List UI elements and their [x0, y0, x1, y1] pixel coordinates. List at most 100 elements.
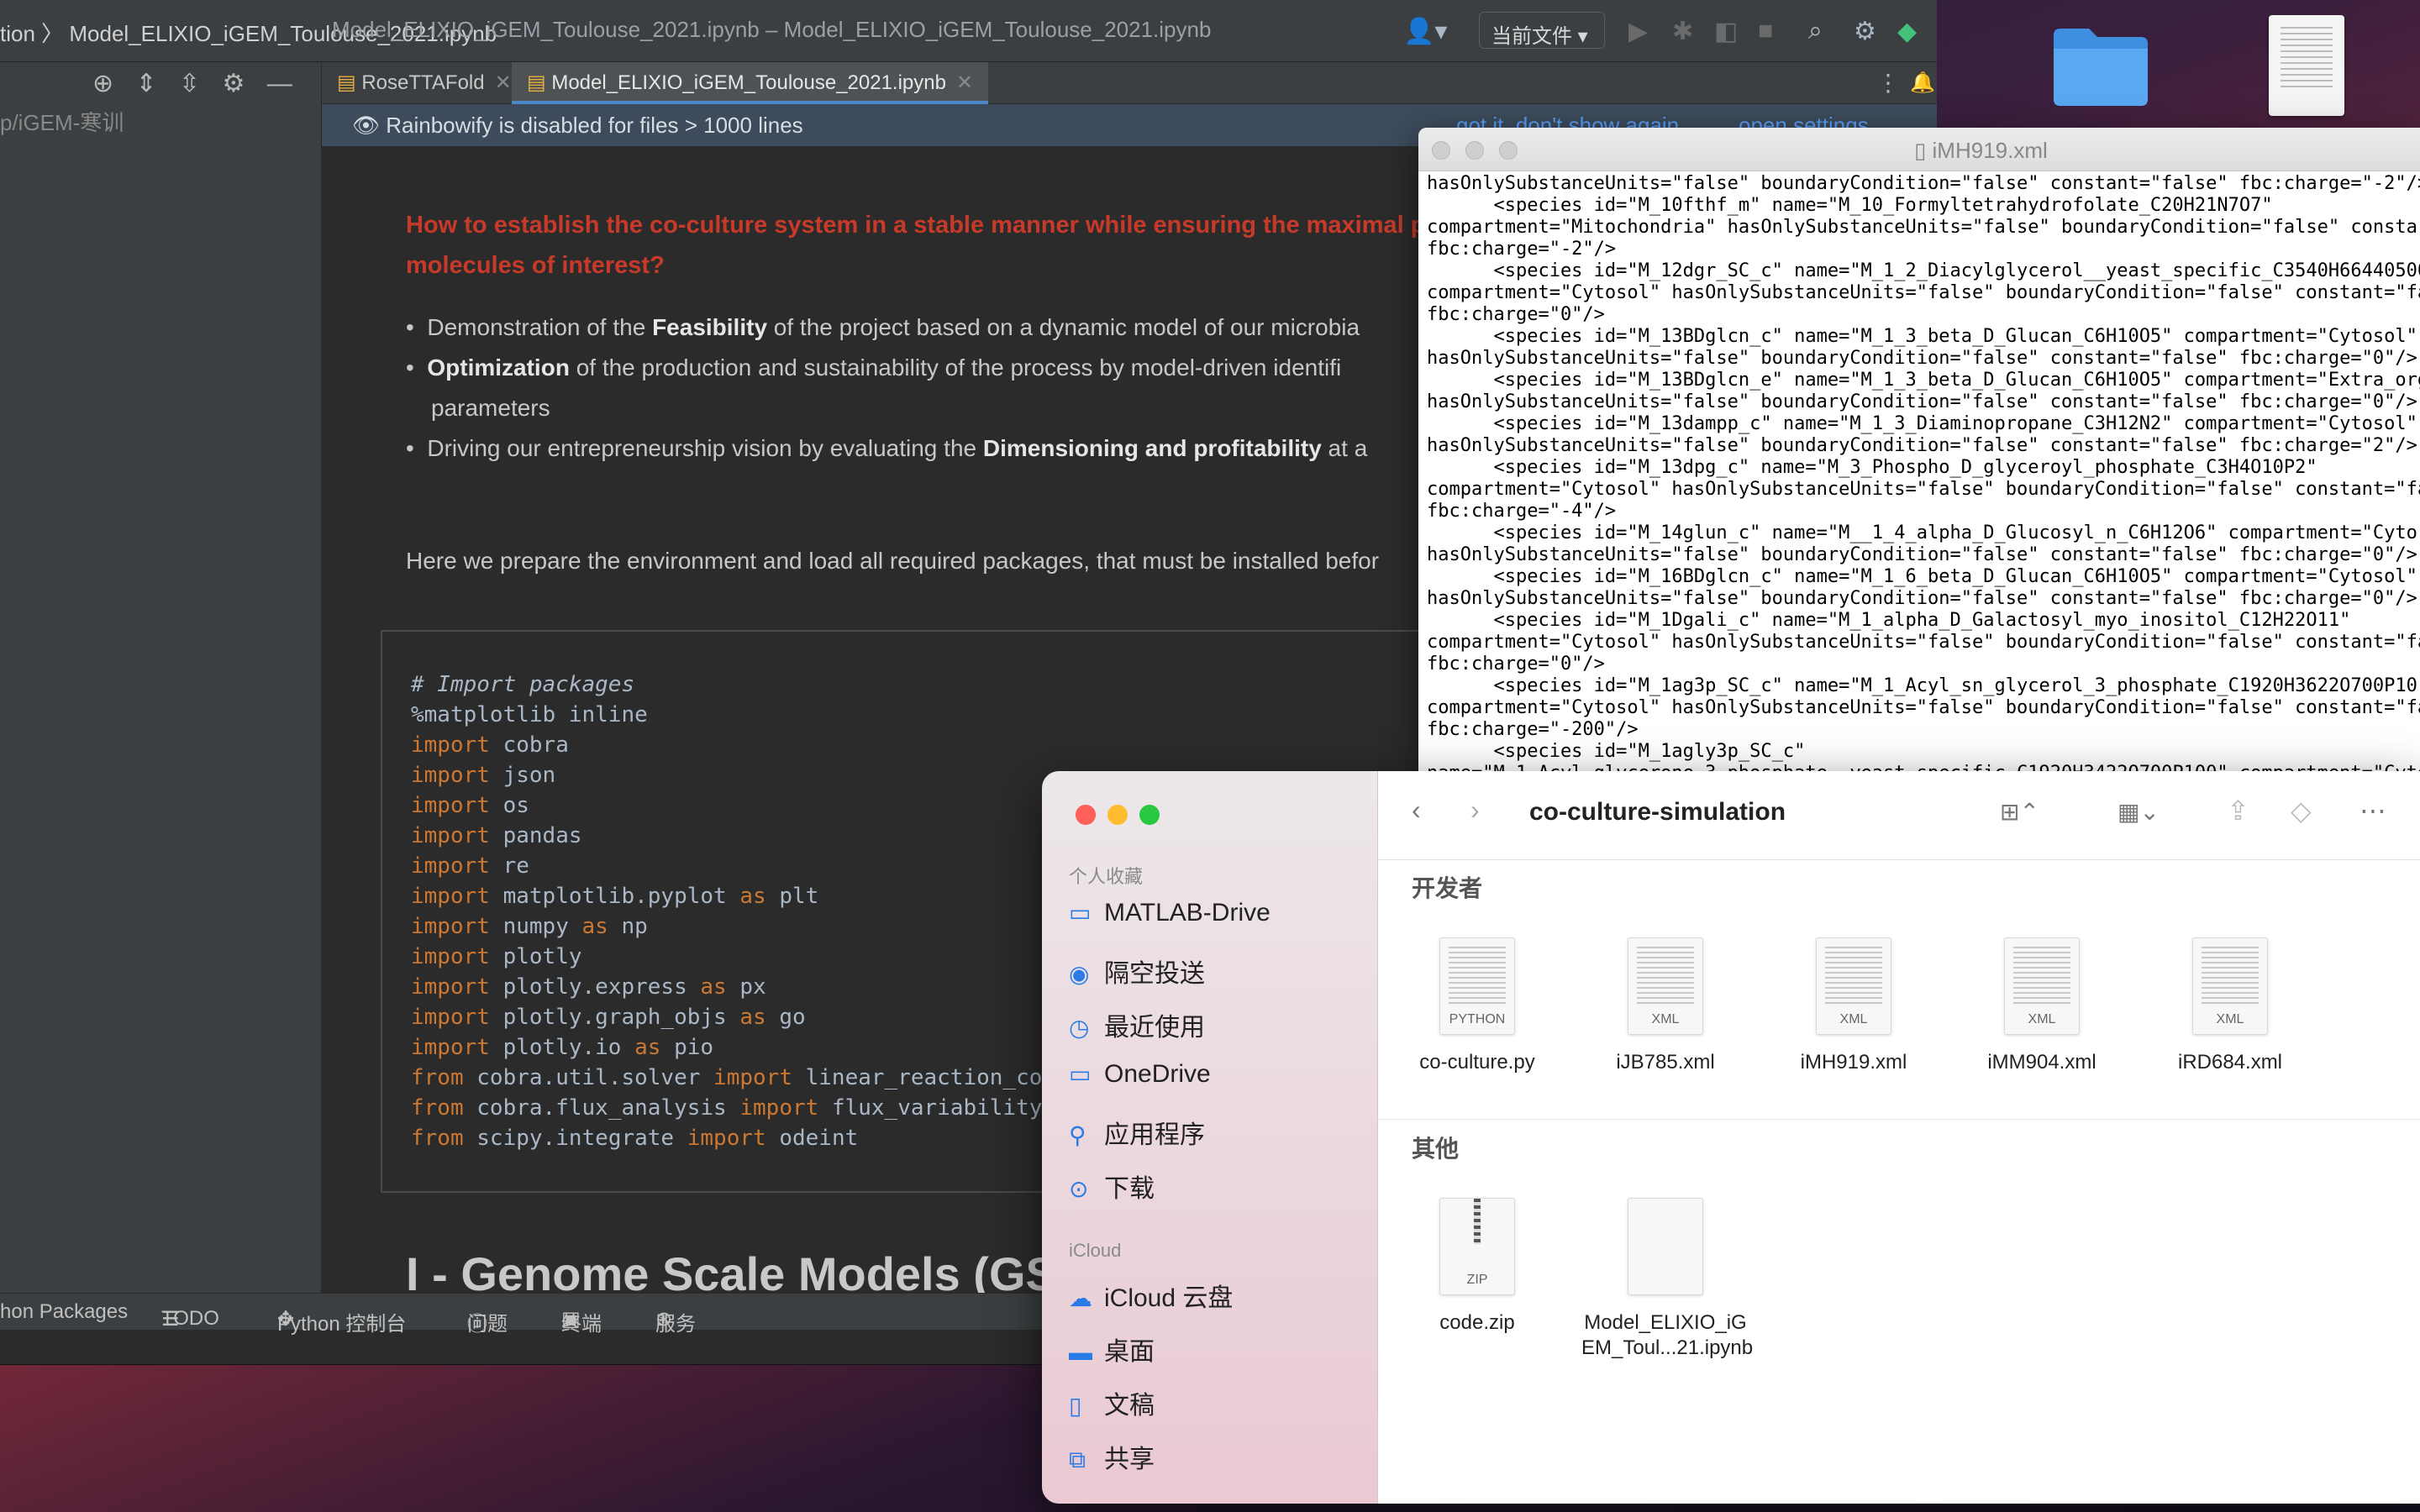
- xml-line: <species id="M_16BDglcn_c" name="M_1_6_b…: [1427, 566, 2417, 587]
- file-item[interactable]: XML iMM904.xml: [1958, 937, 2126, 1075]
- sidebar-item[interactable]: ◉ 隔空投送: [1069, 953, 1355, 1000]
- notice-text: Rainbowify is disabled for files > 1000 …: [386, 113, 803, 138]
- close-icon[interactable]: ✕: [495, 71, 512, 94]
- forward-icon[interactable]: ›: [1470, 795, 1480, 826]
- xml-line: compartment="Cytosol" hasOnlySubstanceUn…: [1427, 282, 2420, 303]
- finder-window: 个人收藏 ▭ MATLAB-Drive ◉ 隔空投送 ◷ 最近使用 ▭ OneDrive ⚲ 应用…: [1042, 771, 2420, 1504]
- group-icon[interactable]: ▦⌄: [2118, 798, 2160, 826]
- bell-icon[interactable]: 🔔: [1910, 71, 1935, 95]
- more-icon[interactable]: ⋯: [2360, 795, 2386, 827]
- coverage-icon[interactable]: ◧: [1714, 17, 1738, 46]
- collapse-icon[interactable]: ⇳: [179, 70, 200, 97]
- target-icon[interactable]: ⊕: [92, 70, 113, 97]
- python-packages-tab[interactable]: hon Packages: [0, 1300, 128, 1324]
- minimize-button[interactable]: [1107, 805, 1128, 825]
- finder-toolbar: ‹ › co-culture-simulation ⊞⌃ ▦⌄ ⇪ ◇ ⋯: [1378, 771, 2420, 860]
- sidebar-item[interactable]: ⊙ 下载: [1069, 1168, 1355, 1215]
- close-button[interactable]: [1432, 141, 1450, 160]
- run-icon[interactable]: ▶: [1628, 17, 1648, 46]
- minimize-icon[interactable]: —: [267, 70, 292, 97]
- csv-file-icon[interactable]: [2269, 15, 2344, 116]
- code-comment: # Import packages: [411, 672, 635, 697]
- divider: [1378, 1119, 2420, 1120]
- xml-file-icon: ▯: [1914, 138, 1933, 163]
- bullet-continuation: parameters: [431, 395, 550, 421]
- xml-line: <species id="M_10fthf_m" name="M_10_Form…: [1427, 195, 2273, 216]
- back-icon[interactable]: ‹: [1412, 795, 1421, 826]
- xml-line: <species id="M_1ag3p_SC_c" name="M_1_Acy…: [1427, 675, 2417, 696]
- user-icon[interactable]: 👤▾: [1403, 17, 1447, 46]
- xml-line: hasOnlySubstanceUnits="false" boundaryCo…: [1427, 348, 2417, 369]
- close-icon[interactable]: ✕: [956, 71, 973, 94]
- share-icon[interactable]: ⇪: [2227, 795, 2249, 827]
- xml-content[interactable]: hasOnlySubstanceUnits="false" boundaryCo…: [1418, 171, 2420, 774]
- close-button[interactable]: [1076, 805, 1096, 825]
- tab-notebook[interactable]: ▤ Model_ELIXIO_iGEM_Toulouse_2021.ipynb ✕: [512, 62, 989, 104]
- file-item[interactable]: XML iJB785.xml: [1581, 937, 1749, 1075]
- xml-line: <species id="M_1Dgali_c" name="M_1_alpha…: [1427, 610, 2351, 631]
- sidebar-item-label: 应用程序: [1104, 1121, 1205, 1149]
- window-title: ▯ iMH919.xml: [1914, 138, 2048, 164]
- window-title: Model_ELIXIO_iGEM_Toulouse_2021.ipynb – …: [332, 17, 1212, 42]
- favorites-header: 个人收藏: [1069, 866, 1144, 887]
- sidebar-item[interactable]: ▭ MATLAB-Drive: [1069, 899, 1355, 946]
- xml-line: fbc:charge="0"/>: [1427, 304, 1605, 325]
- bullet-optimization: • Optimization of the production and sus…: [406, 354, 1342, 381]
- applications-icon: ⚲: [1069, 1122, 1086, 1148]
- code-line: import numpy as np: [411, 914, 648, 939]
- expand-icon[interactable]: ⇕: [135, 70, 156, 97]
- minimize-button[interactable]: [1465, 141, 1484, 160]
- tag-icon[interactable]: ◇: [2291, 795, 2312, 827]
- console-label: Python 控制台: [277, 1313, 407, 1336]
- xml-line: <species id="M_13BDglcn_c" name="M_1_3_b…: [1427, 326, 2417, 347]
- grid-view-icon[interactable]: ⊞⌃: [2000, 798, 2039, 826]
- file-type-tag: XML: [1839, 1012, 1868, 1026]
- search-icon[interactable]: ⌕: [1808, 17, 1823, 45]
- tab-rosettafold[interactable]: ▤ RoseTTAFold ✕: [322, 62, 527, 104]
- sidebar-item[interactable]: ⧉ 共享: [1069, 1438, 1355, 1485]
- gear-icon[interactable]: ⚙: [222, 70, 245, 97]
- sidebar-item[interactable]: ◷ 最近使用: [1069, 1006, 1355, 1053]
- sidebar-item[interactable]: ▯ 文稿: [1069, 1384, 1355, 1431]
- file-item[interactable]: XML iRD684.xml: [2146, 937, 2314, 1075]
- zoom-button[interactable]: [1139, 805, 1160, 825]
- xml-line: <species id="M_14glun_c" name="M__1_4_al…: [1427, 522, 2417, 543]
- code-line: import cobra: [411, 732, 569, 758]
- sidebar-item[interactable]: ⚲ 应用程序: [1069, 1114, 1355, 1161]
- file-item[interactable]: PYTHON co-culture.py: [1393, 937, 1561, 1075]
- file-name: Model_ELIXIO_iG EM_Toul...21.ipynb: [1581, 1311, 1754, 1359]
- debug-icon[interactable]: ✱: [1672, 17, 1693, 46]
- file-item[interactable]: ZIP code.zip: [1393, 1198, 1561, 1336]
- finder-sidebar: 个人收藏 ▭ MATLAB-Drive ◉ 隔空投送 ◷ 最近使用 ▭ OneDrive ⚲ 应用…: [1042, 771, 1378, 1504]
- code-line: import json: [411, 763, 556, 788]
- code-line: from cobra.flux_analysis import flux_var…: [411, 1095, 1056, 1121]
- stop-icon[interactable]: ■: [1758, 17, 1773, 45]
- document-icon: XML: [1816, 937, 1891, 1035]
- gear-icon[interactable]: ⚙: [1854, 17, 1876, 46]
- sidebar-item-label: 下载: [1104, 1175, 1155, 1203]
- file-item[interactable]: Model_ELIXIO_iG EM_Toul...21.ipynb: [1581, 1198, 1754, 1361]
- section-heading: I - Genome Scale Models (GS: [406, 1247, 1057, 1293]
- file-name: iRD684.xml: [2177, 1051, 2283, 1074]
- file-item[interactable]: XML iMH919.xml: [1770, 937, 1938, 1075]
- document-icon: ▯: [1069, 1393, 1082, 1419]
- file-type-tag: ZIP: [1466, 1273, 1488, 1287]
- scope-select[interactable]: 当前文件 ▾: [1479, 12, 1605, 49]
- more-icon[interactable]: ⋮: [1876, 69, 1900, 97]
- ide-titlebar: tion 〉 Model_ELIXIO_iGEM_Toulouse_2021.i…: [0, 0, 1937, 62]
- file-type-tag: XML: [2216, 1012, 2244, 1026]
- document-icon: PYTHON: [1439, 937, 1515, 1035]
- sidebar-item-label: 共享: [1104, 1446, 1155, 1473]
- xml-line: fbc:charge="-200"/>: [1427, 719, 1639, 740]
- project-path[interactable]: p/iGEM-寒训: [0, 106, 124, 137]
- xml-line: compartment="Mitochondria" hasOnlySubsta…: [1427, 217, 2417, 238]
- sidebar-item[interactable]: ☁ iCloud 云盘: [1069, 1277, 1355, 1324]
- zoom-button[interactable]: [1499, 141, 1518, 160]
- cloud-icon: ☁: [1069, 1285, 1092, 1311]
- code-line: %matplotlib inline: [411, 702, 648, 727]
- sidebar-item[interactable]: ▭ OneDrive: [1069, 1060, 1355, 1107]
- sidebar-item-label: OneDrive: [1104, 1060, 1211, 1088]
- plugin-icon[interactable]: ◆: [1897, 17, 1917, 46]
- folder-icon[interactable]: [2050, 24, 2151, 108]
- sidebar-item[interactable]: ▬ 桌面: [1069, 1331, 1355, 1378]
